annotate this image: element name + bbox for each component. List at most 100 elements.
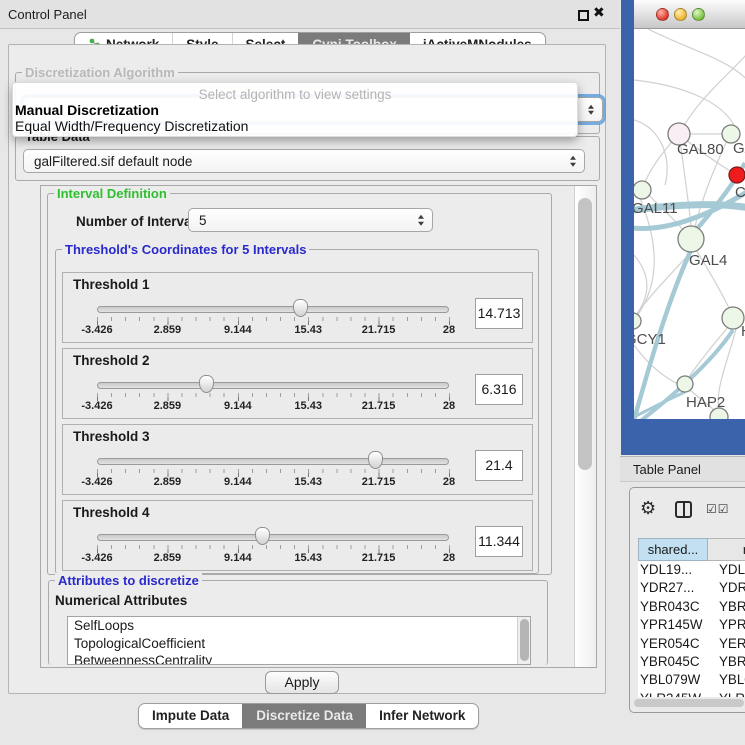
- tick-label: 28: [443, 476, 455, 488]
- network-window-titlebar[interactable]: [634, 0, 745, 29]
- tick-label: 15.43: [294, 324, 322, 336]
- slider-tick-labels: -3.4262.8599.14415.4321.71528: [97, 476, 449, 490]
- table-row[interactable]: YER054CYER0: [638, 635, 745, 653]
- tick-label: -3.426: [81, 400, 112, 412]
- algorithm-option-manual[interactable]: Manual Discretization: [15, 102, 159, 118]
- threshold-slider-track[interactable]: [97, 382, 449, 389]
- cell-name[interactable]: YDR2: [710, 579, 745, 597]
- panel-scrollbar[interactable]: [574, 186, 595, 667]
- cell-name[interactable]: YPR1: [710, 616, 745, 634]
- split-columns-icon[interactable]: [675, 501, 692, 518]
- cell-name[interactable]: YBL0: [710, 671, 745, 689]
- cell-shared-name[interactable]: YBL079W: [638, 671, 710, 689]
- cell-shared-name[interactable]: YPR145W: [638, 616, 710, 634]
- cell-shared-name[interactable]: YER054C: [638, 635, 710, 653]
- algorithm-popup: Select algorithm to view settings Manual…: [12, 82, 578, 137]
- cell-name[interactable]: YDL1: [710, 561, 745, 579]
- numerical-attributes-label: Numerical Attributes: [55, 593, 187, 608]
- tick-label: 28: [443, 400, 455, 412]
- attributes-list-scrollbar[interactable]: [517, 617, 530, 664]
- node-label: GA: [733, 140, 745, 157]
- table-body[interactable]: YDL19...YDL1YDR27...YDR2YBR043CYBR0YPR14…: [638, 561, 745, 697]
- column-header-shared-name[interactable]: shared...: [638, 538, 708, 561]
- cell-shared-name[interactable]: YBR043C: [638, 598, 710, 616]
- attribute-item[interactable]: BetweennessCentrality: [68, 652, 530, 665]
- table-horizontal-scrollbar[interactable]: [634, 699, 744, 707]
- network-node-gal11[interactable]: [634, 181, 651, 199]
- threshold-value-field[interactable]: 6.316: [475, 374, 523, 405]
- minimize-traffic-light-icon[interactable]: [674, 8, 687, 21]
- cell-shared-name[interactable]: YBR045C: [638, 653, 710, 671]
- network-nodes[interactable]: [634, 123, 745, 419]
- tick-label: 2.859: [154, 476, 182, 488]
- bottom-tab-bar: Impute DataDiscretize DataInfer Network: [138, 703, 479, 729]
- table-row[interactable]: YBL079WYBL0: [638, 671, 745, 689]
- table-row[interactable]: YBR043CYBR0: [638, 598, 745, 616]
- table-row[interactable]: YBR045CYBR0: [638, 653, 745, 671]
- cell-shared-name[interactable]: YDR27...: [638, 579, 710, 597]
- table-row[interactable]: YLR345WYLR3: [638, 690, 745, 697]
- cell-shared-name[interactable]: YLR345W: [638, 690, 710, 697]
- cell-shared-name[interactable]: YDL19...: [638, 561, 710, 579]
- network-node-gal4[interactable]: [678, 226, 704, 252]
- select-columns-icon[interactable]: ☑☑: [706, 502, 730, 516]
- attribute-item[interactable]: SelfLoops: [68, 617, 530, 635]
- cell-name[interactable]: YBR0: [710, 598, 745, 616]
- threshold-value-field[interactable]: 21.4: [475, 450, 523, 481]
- tick-label: 2.859: [154, 400, 182, 412]
- tick-label: -3.426: [81, 552, 112, 564]
- attribute-item[interactable]: TopologicalCoefficient: [68, 635, 530, 653]
- column-header-name[interactable]: n...: [708, 538, 745, 561]
- close-traffic-light-icon[interactable]: [656, 8, 669, 21]
- zoom-traffic-light-icon[interactable]: [692, 8, 705, 21]
- settings-scrollpane: Interval Definition Number of Intervals …: [40, 185, 597, 668]
- tick-label: 21.715: [362, 324, 396, 336]
- scrollbar-thumb[interactable]: [578, 198, 592, 470]
- cell-name[interactable]: YLR3: [710, 690, 745, 697]
- tab-impute-data[interactable]: Impute Data: [139, 704, 242, 728]
- threshold-slider-thumb[interactable]: [199, 375, 214, 393]
- table-row[interactable]: YDR27...YDR2: [638, 579, 745, 597]
- float-window-icon[interactable]: [578, 10, 589, 21]
- threshold-panel: Threshold 2 -3.4262.8599.14415.4321.7152…: [62, 348, 533, 419]
- table-row[interactable]: YPR145WYPR1: [638, 616, 745, 634]
- gear-icon[interactable]: ⚙: [640, 498, 656, 519]
- network-window[interactable]: GAL80GACGAL11GAL4GCY1HHAP2: [621, 0, 745, 455]
- network-canvas[interactable]: GAL80GACGAL11GAL4GCY1HHAP2: [634, 29, 745, 419]
- scrollbar-thumb[interactable]: [520, 619, 529, 661]
- cell-name[interactable]: YBR0: [710, 653, 745, 671]
- discretization-algorithm-label: Discretization Algorithm: [22, 65, 178, 80]
- network-node-gcy1[interactable]: [634, 313, 641, 329]
- network-graph: GAL80GACGAL11GAL4GCY1HHAP2: [634, 29, 745, 419]
- threshold-slider-track[interactable]: [97, 534, 449, 541]
- threshold-slider-thumb[interactable]: [293, 299, 308, 317]
- tab-infer-network[interactable]: Infer Network: [366, 704, 478, 728]
- threshold-slider-track[interactable]: [97, 458, 449, 465]
- table-data-select[interactable]: galFiltered.sif default node: [23, 149, 585, 173]
- slider-minor-ticks: [97, 469, 450, 473]
- combo-stepper-icon: [570, 156, 576, 167]
- algorithm-option-equal-width[interactable]: Equal Width/Frequency Discretization: [15, 118, 248, 134]
- threshold-value-field[interactable]: 14.713: [475, 298, 523, 329]
- tick-label: 15.43: [294, 552, 322, 564]
- tick-label: 28: [443, 552, 455, 564]
- interval-definition-label: Interval Definition: [54, 186, 170, 201]
- algorithm-popup-hint: Select algorithm to view settings: [13, 87, 577, 102]
- threshold-value-field[interactable]: 11.344: [475, 526, 523, 557]
- threshold-slider-thumb[interactable]: [255, 527, 270, 545]
- tick-label: 15.43: [294, 476, 322, 488]
- attributes-group-label: Attributes to discretize: [55, 573, 202, 588]
- network-node-c[interactable]: [729, 167, 745, 183]
- close-icon[interactable]: ✖: [593, 5, 605, 21]
- tab-discretize-data[interactable]: Discretize Data: [242, 704, 366, 728]
- number-of-intervals-select[interactable]: 5: [188, 208, 433, 232]
- cell-name[interactable]: YER0: [710, 635, 745, 653]
- table-row[interactable]: YDL19...YDL1: [638, 561, 745, 579]
- network-node-hap2[interactable]: [677, 376, 693, 392]
- threshold-slider-thumb[interactable]: [368, 451, 383, 469]
- combo-stepper-icon: [588, 104, 594, 115]
- apply-button[interactable]: Apply: [265, 671, 339, 694]
- attributes-list[interactable]: SelfLoopsTopologicalCoefficientBetweenne…: [67, 616, 531, 665]
- number-of-intervals-label: Number of Intervals: [76, 214, 203, 229]
- threshold-slider-track[interactable]: [97, 306, 449, 313]
